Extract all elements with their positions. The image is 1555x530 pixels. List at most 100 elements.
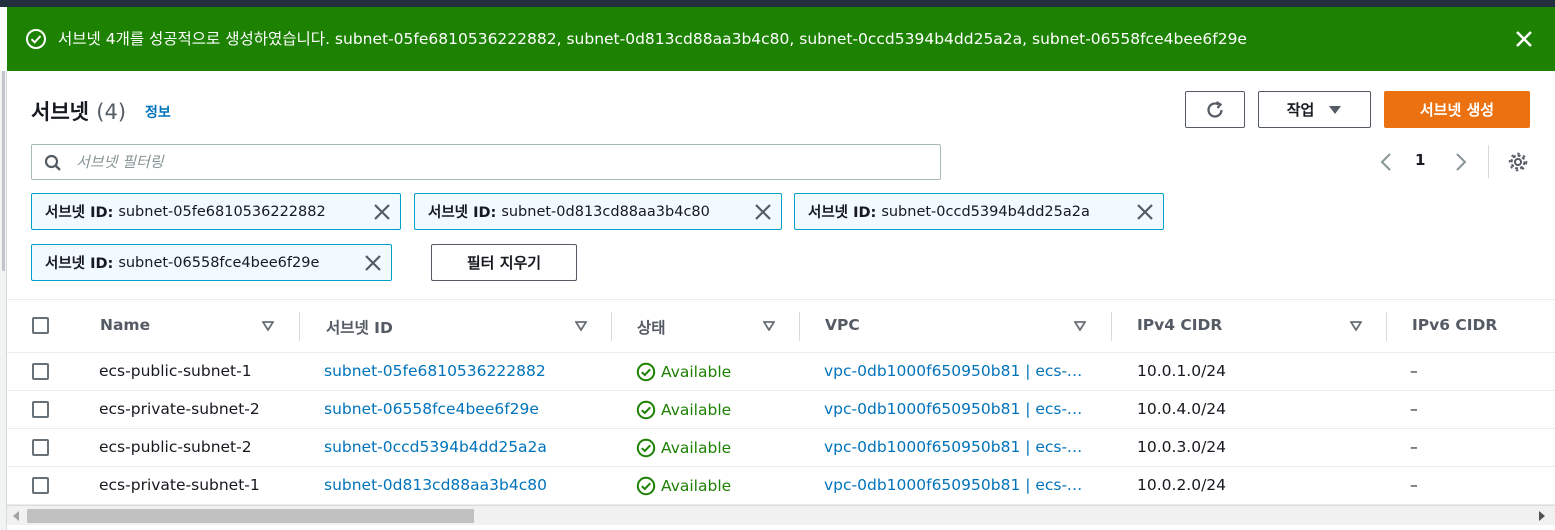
close-icon[interactable]	[1513, 28, 1535, 50]
cell-ipv4-cidr: 10.0.3.0/24	[1137, 438, 1227, 456]
scroll-right-arrow-icon[interactable]	[1538, 511, 1546, 521]
table-row[interactable]: ecs-private-subnet-1 subnet-0d813cd88aa3…	[7, 467, 1555, 505]
filter-token-value: subnet-0d813cd88aa3b4c80	[501, 203, 710, 220]
chevron-left-icon[interactable]	[1377, 151, 1395, 173]
filter-search-box[interactable]	[31, 144, 941, 180]
column-divider[interactable]	[299, 312, 300, 341]
filter-token: 서브넷 ID: subnet-0d813cd88aa3b4c80	[414, 193, 782, 230]
row-checkbox[interactable]	[32, 363, 49, 380]
actions-dropdown-button[interactable]: 작업	[1258, 91, 1371, 128]
cell-ipv4-cidr: 10.0.2.0/24	[1137, 476, 1227, 494]
filter-token-value: subnet-06558fce4bee6f29e	[118, 254, 320, 271]
success-check-icon	[636, 476, 656, 496]
filter-token: 서브넷 ID: subnet-06558fce4bee6f29e	[31, 244, 392, 281]
vpc-link[interactable]: vpc-0db1000f650950b81 | ecs-vpc	[824, 400, 1086, 418]
create-subnet-button[interactable]: 서브넷 생성	[1384, 91, 1530, 128]
subnet-id-link[interactable]: subnet-05fe6810536222882	[324, 362, 546, 380]
cell-ipv6-cidr: –	[1410, 400, 1418, 418]
page-title-text: 서브넷	[31, 100, 89, 124]
filter-token: 서브넷 ID: subnet-0ccd5394b4dd25a2a	[794, 193, 1164, 230]
row-checkbox[interactable]	[32, 439, 49, 456]
status-badge: Available	[636, 362, 731, 382]
column-header-ipv6-cidr[interactable]: IPv6 CIDR	[1412, 316, 1497, 334]
divider	[1488, 145, 1489, 178]
info-link[interactable]: 정보	[145, 102, 171, 122]
cell-name: ecs-private-subnet-2	[99, 400, 260, 418]
vpc-link[interactable]: vpc-0db1000f650950b81 | ecs-vpc	[824, 438, 1086, 456]
filter-token-value: subnet-05fe6810536222882	[118, 203, 326, 220]
subnet-id-link[interactable]: subnet-0ccd5394b4dd25a2a	[324, 438, 547, 456]
sort-icon[interactable]	[763, 321, 775, 331]
top-nav-strip	[0, 0, 1555, 7]
actions-label: 작업	[1286, 101, 1315, 119]
table-row[interactable]: ecs-public-subnet-1 subnet-05fe681053622…	[7, 353, 1555, 391]
select-all-checkbox[interactable]	[32, 317, 49, 334]
cell-name: ecs-private-subnet-1	[99, 476, 260, 494]
filter-token-key: 서브넷 ID:	[808, 205, 877, 221]
success-check-icon	[636, 400, 656, 420]
column-divider[interactable]	[1386, 312, 1387, 341]
cell-name: ecs-public-subnet-2	[99, 438, 252, 456]
column-divider[interactable]	[611, 312, 612, 341]
close-icon[interactable]	[754, 203, 772, 221]
column-header-subnet-id[interactable]: 서브넷 ID	[326, 316, 393, 338]
horizontal-scrollbar[interactable]	[7, 505, 1555, 525]
column-divider[interactable]	[799, 312, 800, 341]
success-check-icon	[636, 362, 656, 382]
search-input[interactable]	[76, 145, 926, 179]
filter-token-key: 서브넷 ID:	[45, 205, 114, 221]
cell-ipv6-cidr: –	[1410, 362, 1418, 380]
filter-token: 서브넷 ID: subnet-05fe6810536222882	[31, 193, 401, 230]
clear-filters-button[interactable]: 필터 지우기	[431, 244, 577, 281]
status-text: Available	[661, 401, 732, 419]
sort-icon[interactable]	[1350, 321, 1362, 331]
vpc-link[interactable]: vpc-0db1000f650950b81 | ecs-vpc	[824, 362, 1086, 380]
vpc-link[interactable]: vpc-0db1000f650950b81 | ecs-vpc	[824, 476, 1086, 494]
scrollbar-thumb[interactable]	[27, 509, 474, 523]
search-icon	[44, 154, 61, 171]
chevron-right-icon[interactable]	[1452, 151, 1470, 173]
cell-ipv6-cidr: –	[1410, 438, 1418, 456]
filter-token-value: subnet-0ccd5394b4dd25a2a	[881, 203, 1090, 220]
status-text: Available	[661, 439, 732, 457]
column-header-status[interactable]: 상태	[637, 316, 666, 338]
status-badge: Available	[636, 400, 731, 420]
close-icon[interactable]	[364, 254, 382, 272]
current-page-number[interactable]: 1	[1415, 151, 1425, 169]
cell-name: ecs-public-subnet-1	[99, 362, 252, 380]
status-badge: Available	[636, 438, 731, 458]
row-checkbox[interactable]	[32, 477, 49, 494]
row-checkbox[interactable]	[32, 401, 49, 418]
close-icon[interactable]	[1136, 203, 1154, 221]
subnet-id-link[interactable]: subnet-0d813cd88aa3b4c80	[324, 476, 547, 494]
table-row[interactable]: ecs-public-subnet-2 subnet-0ccd5394b4dd2…	[7, 429, 1555, 467]
page-title: 서브넷 (4)	[31, 96, 126, 126]
column-divider[interactable]	[1111, 312, 1112, 341]
cell-ipv4-cidr: 10.0.4.0/24	[1137, 400, 1227, 418]
subnet-id-link[interactable]: subnet-06558fce4bee6f29e	[324, 400, 539, 418]
left-scroll-edge	[0, 71, 7, 530]
success-flash-banner: 서브넷 4개를 성공적으로 생성하였습니다. subnet-05fe681053…	[7, 7, 1555, 71]
table-header: Name 서브넷 ID 상태 VPC IPv4 CIDR IPv6 CIDR	[7, 299, 1555, 353]
sort-icon[interactable]	[1074, 321, 1086, 331]
sort-icon[interactable]	[262, 321, 274, 331]
column-header-ipv4-cidr[interactable]: IPv4 CIDR	[1137, 316, 1222, 334]
cell-ipv6-cidr: –	[1410, 476, 1418, 494]
filter-token-key: 서브넷 ID:	[428, 205, 497, 221]
success-check-icon	[636, 438, 656, 458]
filter-token-key: 서브넷 ID:	[45, 256, 114, 272]
gear-icon[interactable]	[1507, 151, 1529, 173]
flash-message: 서브넷 4개를 성공적으로 생성하였습니다. subnet-05fe681053…	[58, 30, 1247, 48]
status-text: Available	[661, 477, 732, 495]
success-check-icon	[26, 29, 46, 49]
column-header-name[interactable]: Name	[100, 316, 150, 334]
close-icon[interactable]	[373, 203, 391, 221]
scroll-left-arrow-icon[interactable]	[12, 511, 20, 521]
sort-icon[interactable]	[575, 321, 587, 331]
status-badge: Available	[636, 476, 731, 496]
table-row[interactable]: ecs-private-subnet-2 subnet-06558fce4bee…	[7, 391, 1555, 429]
refresh-icon	[1207, 100, 1223, 118]
caret-down-icon	[1329, 105, 1342, 114]
column-header-vpc[interactable]: VPC	[825, 316, 860, 334]
refresh-button[interactable]	[1185, 91, 1245, 128]
